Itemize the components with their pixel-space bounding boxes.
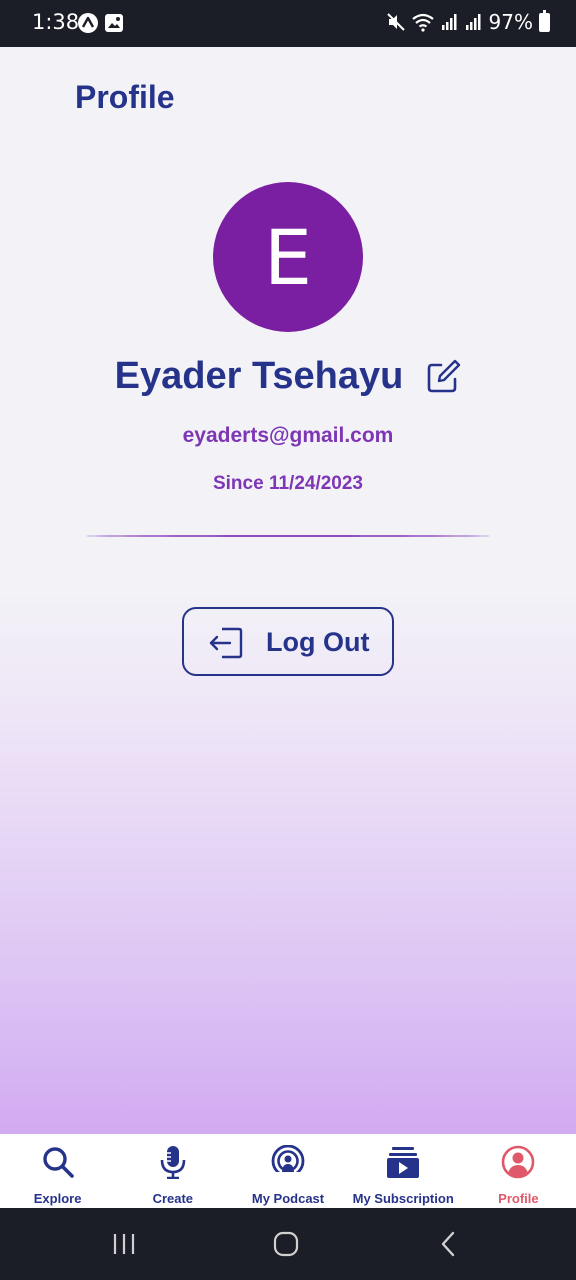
nav-item-my-podcast[interactable]: My Podcast: [230, 1134, 345, 1208]
member-since: Since 11/24/2023: [212, 473, 363, 494]
status-bar: 1:38 97%: [0, 0, 576, 47]
profile-screen: Profile E Eyader Tsehayu eyaderts@gmail.…: [0, 47, 576, 1134]
user-email: eyaderts@gmail.com: [182, 424, 394, 447]
battery-percent: 97%: [488, 10, 533, 34]
back-icon[interactable]: [434, 1230, 464, 1258]
podcast-icon: [271, 1145, 305, 1179]
nav-label-my-podcast: My Podcast: [251, 1191, 325, 1206]
nav-label-explore: Explore: [33, 1191, 82, 1206]
wifi-icon: [411, 13, 434, 32]
image-icon: [105, 14, 123, 32]
mute-icon: [386, 13, 405, 31]
nav-label-my-subscription: My Subscription: [352, 1191, 454, 1206]
page-title: Profile: [75, 79, 175, 115]
app-a-icon: [78, 13, 98, 33]
logout-button[interactable]: Log Out: [182, 607, 394, 676]
avatar-initial: E: [263, 212, 313, 302]
status-indicators: 97%: [386, 9, 550, 34]
nav-item-explore[interactable]: Explore: [0, 1134, 115, 1208]
edit-icon[interactable]: [425, 359, 461, 395]
microphone-icon: [160, 1146, 186, 1179]
recent-apps-icon[interactable]: [110, 1230, 140, 1258]
bottom-nav: Explore Create My Podcast My Subscriptio…: [0, 1134, 576, 1208]
logout-icon: [209, 627, 243, 659]
user-name: Eyader Tsehayu: [114, 355, 404, 397]
search-icon: [42, 1147, 74, 1178]
signal-icon: [441, 14, 457, 30]
name-row: Eyader Tsehayu: [0, 355, 576, 398]
battery-icon: [539, 9, 550, 32]
nav-label-profile: Profile: [498, 1191, 539, 1206]
profile-icon: [502, 1145, 535, 1179]
logout-label: Log Out: [266, 627, 370, 657]
nav-item-my-subscription[interactable]: My Subscription: [346, 1134, 461, 1208]
nav-item-profile[interactable]: Profile: [461, 1134, 576, 1208]
avatar: E: [213, 182, 363, 332]
nav-label-create: Create: [152, 1191, 194, 1206]
divider: [86, 535, 490, 537]
nav-item-create[interactable]: Create: [115, 1134, 230, 1208]
status-time: 1:38: [32, 10, 80, 34]
subscription-icon: [387, 1147, 420, 1178]
system-nav-bar: [0, 1208, 576, 1280]
signal-icon: [465, 14, 481, 30]
home-icon[interactable]: [271, 1230, 301, 1258]
